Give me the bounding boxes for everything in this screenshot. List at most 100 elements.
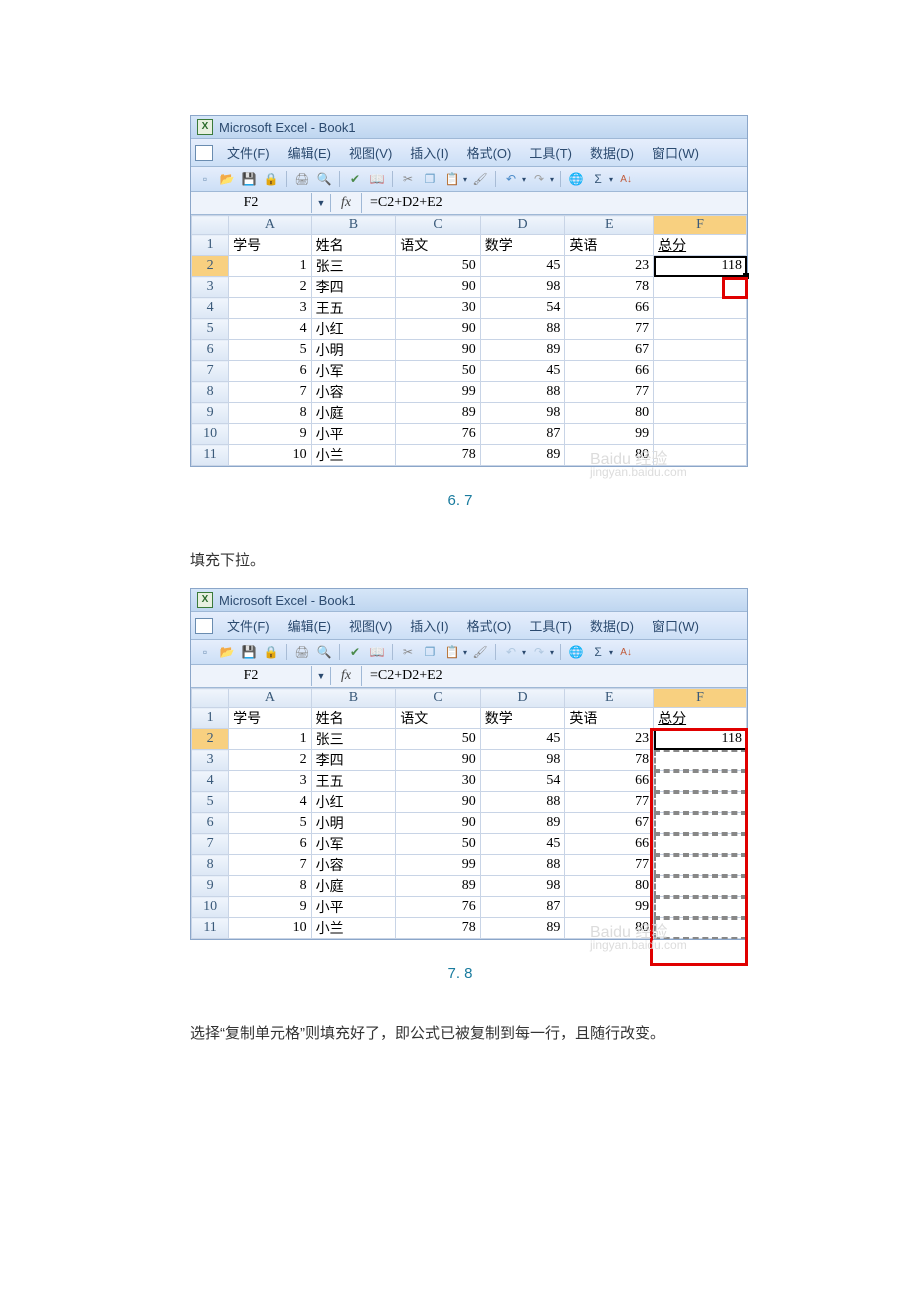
cell[interactable] <box>654 876 747 897</box>
research-icon[interactable]: 📖 <box>368 170 386 188</box>
row-header[interactable]: 9 <box>192 403 229 424</box>
row-header[interactable]: 7 <box>192 834 229 855</box>
cell[interactable]: 1 <box>229 729 312 750</box>
cell[interactable]: 英语 <box>565 708 654 729</box>
menu-file[interactable]: 文件(F) <box>219 615 278 636</box>
permission-icon[interactable]: 🔒 <box>262 643 280 661</box>
row-header[interactable]: 4 <box>192 771 229 792</box>
redo-icon[interactable]: ↷ <box>530 170 548 188</box>
row-header[interactable]: 11 <box>192 445 229 466</box>
cell[interactable] <box>654 424 747 445</box>
cell[interactable]: 50 <box>396 361 481 382</box>
cell[interactable]: 23 <box>565 729 654 750</box>
cell[interactable]: 小平 <box>311 424 396 445</box>
autosum-icon[interactable]: Σ <box>589 643 607 661</box>
research-icon[interactable]: 📖 <box>368 643 386 661</box>
format-painter-icon[interactable]: 🖌 <box>471 170 489 188</box>
cell[interactable]: 76 <box>396 424 481 445</box>
cell[interactable] <box>654 361 747 382</box>
cell[interactable]: 3 <box>229 771 312 792</box>
row-header[interactable]: 4 <box>192 298 229 319</box>
col-header-d[interactable]: D <box>480 689 565 708</box>
cell[interactable]: 66 <box>565 361 654 382</box>
cell[interactable]: 80 <box>565 445 654 466</box>
cell[interactable]: 88 <box>480 792 565 813</box>
cell[interactable]: 2 <box>229 277 312 298</box>
cell[interactable]: 小容 <box>311 855 396 876</box>
cell[interactable]: 23 <box>565 256 654 277</box>
copy-icon[interactable]: ❐ <box>421 643 439 661</box>
formula-input[interactable]: =C2+D2+E2 <box>362 193 451 213</box>
cell[interactable]: 王五 <box>311 771 396 792</box>
cell[interactable]: 89 <box>480 445 565 466</box>
cell[interactable]: 90 <box>396 792 481 813</box>
menu-insert[interactable]: 插入(I) <box>402 142 456 163</box>
row-header[interactable]: 5 <box>192 792 229 813</box>
cell[interactable]: 89 <box>396 403 481 424</box>
sort-icon[interactable]: A↓ <box>617 170 635 188</box>
spell-icon[interactable]: ✔ <box>346 170 364 188</box>
cell[interactable] <box>654 277 747 298</box>
cell[interactable]: 77 <box>565 855 654 876</box>
cell[interactable]: 50 <box>396 256 481 277</box>
paste-icon[interactable]: 📋 <box>443 170 461 188</box>
cell[interactable]: 张三 <box>311 256 396 277</box>
cell[interactable]: 10 <box>229 445 312 466</box>
cell[interactable]: 99 <box>565 897 654 918</box>
open-icon[interactable]: 📂 <box>218 643 236 661</box>
name-box-dropdown-icon[interactable]: ▼ <box>312 667 331 685</box>
cell[interactable]: 98 <box>480 876 565 897</box>
row-header[interactable]: 2 <box>192 256 229 277</box>
cell[interactable]: 英语 <box>565 235 654 256</box>
cell[interactable]: 87 <box>480 424 565 445</box>
cell[interactable]: 90 <box>396 340 481 361</box>
cell[interactable]: 99 <box>396 855 481 876</box>
cell[interactable]: 88 <box>480 382 565 403</box>
fx-icon[interactable]: fx <box>331 666 362 686</box>
row-header[interactable]: 1 <box>192 235 229 256</box>
col-header-b[interactable]: B <box>311 216 396 235</box>
cell[interactable]: 6 <box>229 361 312 382</box>
cell[interactable]: 98 <box>480 403 565 424</box>
cell[interactable]: 1 <box>229 256 312 277</box>
cell[interactable]: 90 <box>396 750 481 771</box>
row-header[interactable]: 3 <box>192 750 229 771</box>
cell[interactable]: 小军 <box>311 361 396 382</box>
preview-icon[interactable]: 🔍 <box>315 643 333 661</box>
cell[interactable]: 89 <box>480 813 565 834</box>
cell[interactable]: 学号 <box>229 235 312 256</box>
cell[interactable]: 语文 <box>396 708 481 729</box>
col-header-f[interactable]: F <box>654 689 747 708</box>
cell[interactable]: 89 <box>480 918 565 939</box>
col-header-f[interactable]: F <box>654 216 747 235</box>
cell[interactable]: 小平 <box>311 897 396 918</box>
cell[interactable]: 总分 <box>654 235 747 256</box>
cell[interactable] <box>654 918 747 939</box>
cell[interactable] <box>654 813 747 834</box>
open-icon[interactable]: 📂 <box>218 170 236 188</box>
cell[interactable]: 98 <box>480 277 565 298</box>
cell[interactable]: 77 <box>565 792 654 813</box>
cell[interactable] <box>654 382 747 403</box>
cell[interactable]: 10 <box>229 918 312 939</box>
menu-file[interactable]: 文件(F) <box>219 142 278 163</box>
row-header[interactable]: 7 <box>192 361 229 382</box>
cell[interactable]: 小明 <box>311 813 396 834</box>
cell[interactable]: 78 <box>396 918 481 939</box>
formula-input[interactable]: =C2+D2+E2 <box>362 666 451 686</box>
menu-tools[interactable]: 工具(T) <box>521 615 580 636</box>
cell[interactable]: 80 <box>565 918 654 939</box>
name-box[interactable]: F2 <box>191 666 312 686</box>
name-box[interactable]: F2 <box>191 193 312 213</box>
col-header-e[interactable]: E <box>565 216 654 235</box>
cell[interactable]: 66 <box>565 834 654 855</box>
cell[interactable]: 小红 <box>311 319 396 340</box>
cell[interactable]: 3 <box>229 298 312 319</box>
spreadsheet-grid[interactable]: A B C D E F 1 学号 姓名 语文 数学 英语 总分 2 <box>191 215 747 466</box>
cell[interactable] <box>654 750 747 771</box>
cell[interactable] <box>654 340 747 361</box>
col-header-c[interactable]: C <box>396 689 481 708</box>
cell[interactable]: 8 <box>229 403 312 424</box>
fx-icon[interactable]: fx <box>331 193 362 213</box>
menu-format[interactable]: 格式(O) <box>459 142 520 163</box>
